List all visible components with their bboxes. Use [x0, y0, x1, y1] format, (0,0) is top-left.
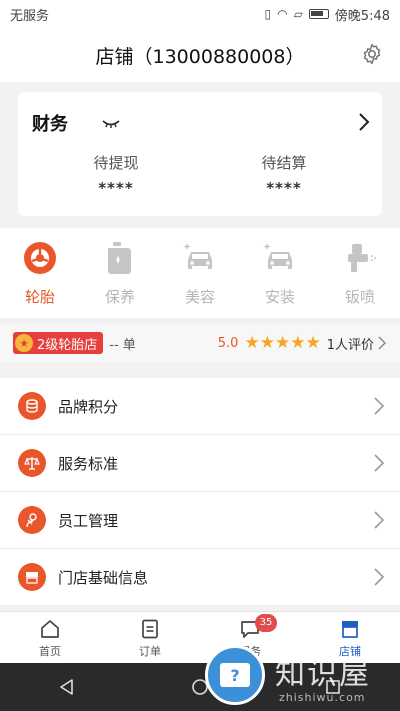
tab-shop[interactable]: 店铺: [300, 612, 400, 664]
category-spray[interactable]: 钣喷: [320, 228, 400, 318]
car-install-icon: [260, 238, 300, 278]
menu-item-label: 服务标准: [58, 454, 119, 473]
chevron-right-icon: [374, 568, 384, 586]
category-beauty[interactable]: 美容: [160, 228, 240, 318]
chevron-right-icon[interactable]: [358, 112, 370, 136]
tab-orders[interactable]: 订单: [100, 612, 200, 664]
tab-service[interactable]: 35 服务: [200, 612, 300, 664]
status-indicators: ▯ ◠ ▱ 傍晚5:48: [264, 5, 390, 24]
review-count: 1人评价: [326, 337, 374, 353]
category-label: 轮胎: [24, 288, 55, 306]
rating: 5.0 ★ ★ ★ ★ ★ 1人评价: [218, 334, 386, 353]
eye-closed-icon[interactable]: [102, 114, 120, 133]
status-bar: 无服务 ▯ ◠ ▱ 傍晚5:48: [0, 0, 400, 28]
tab-label: 首页: [39, 645, 61, 658]
pending-withdraw: 待提现 ****: [56, 152, 176, 197]
chevron-right-icon: [378, 336, 386, 350]
chevron-right-icon: [374, 397, 384, 415]
medal-icon: ★: [15, 334, 33, 352]
settings-button[interactable]: [360, 42, 384, 66]
clock-text: 傍晚5:48: [334, 8, 390, 24]
back-triangle-icon: [59, 679, 73, 695]
vibrate-icon: ▯: [264, 7, 272, 21]
menu-item-staff[interactable]: 员工管理: [0, 492, 400, 549]
settings-menu: 品牌积分 服务标准 员工管理 门店基础信息: [0, 378, 400, 606]
category-label: 钣喷: [344, 288, 375, 306]
bottom-tab-bar: 首页 订单 35 服务 店铺: [0, 611, 400, 664]
recents-button[interactable]: [313, 667, 353, 707]
scale-icon: [18, 449, 46, 477]
category-install[interactable]: 安装: [240, 228, 320, 318]
menu-item-brand-points[interactable]: 品牌积分: [0, 378, 400, 435]
order-icon: [142, 619, 158, 639]
gear-icon: [363, 43, 381, 65]
rating-score: 5.0: [217, 335, 239, 351]
menu-item-service-standard[interactable]: 服务标准: [0, 435, 400, 492]
tab-label: 订单: [139, 645, 161, 658]
shop-icon: [342, 621, 358, 638]
carrier-text: 无服务: [10, 8, 50, 24]
category-maintenance[interactable]: 保养: [80, 228, 160, 318]
tire-icon: [20, 238, 60, 278]
category-label: 保养: [104, 288, 135, 306]
pending-settle-value: ****: [266, 179, 302, 197]
wifi-icon: ◠: [277, 7, 288, 21]
back-button[interactable]: [47, 667, 87, 707]
chevron-right-icon: [374, 454, 384, 472]
sim-icon: ▱: [293, 7, 303, 21]
tab-label: 服务: [239, 645, 261, 658]
star-icon: ★: [305, 332, 321, 353]
star-icon: ★: [259, 332, 275, 353]
finance-title: 财务: [32, 114, 68, 135]
car-beauty-icon: [180, 238, 220, 278]
category-label: 安装: [264, 288, 295, 306]
spray-gun-icon: [340, 238, 380, 278]
menu-item-store-info[interactable]: 门店基础信息: [0, 549, 400, 606]
menu-item-label: 员工管理: [58, 511, 119, 530]
system-nav-bar: [0, 663, 400, 711]
finance-card[interactable]: 财务 待提现 **** 待结算 ****: [18, 92, 382, 216]
category-label: 美容: [184, 288, 215, 306]
order-count: -- 单: [109, 337, 136, 353]
star-icon: ★: [274, 332, 291, 353]
battery-icon: [308, 9, 329, 19]
home-icon: [41, 620, 59, 638]
pending-withdraw-value: ****: [98, 179, 134, 197]
star-icon: ★: [244, 332, 260, 353]
page-title: 店铺（13000880008）: [95, 45, 305, 68]
star-icon: ★: [290, 332, 306, 353]
recents-square-icon: [326, 680, 341, 694]
menu-item-label: 品牌积分: [58, 397, 119, 416]
shop-level-row[interactable]: ★ 2级轮胎店 -- 单 5.0 ★ ★ ★ ★ ★ 1人评价: [0, 324, 400, 362]
chevron-right-icon: [374, 511, 384, 529]
menu-item-label: 门店基础信息: [58, 568, 149, 587]
unread-badge: 35: [255, 614, 277, 632]
category-tire[interactable]: 轮胎: [0, 228, 80, 318]
tab-label: 店铺: [339, 645, 361, 658]
level-badge-text: 2级轮胎店: [37, 337, 98, 353]
pending-withdraw-label: 待提现: [93, 154, 139, 172]
tab-home[interactable]: 首页: [0, 612, 100, 664]
page-header: 店铺（13000880008）: [0, 28, 400, 82]
storefront-icon: [18, 563, 46, 591]
level-badge: ★ 2级轮胎店: [13, 332, 104, 354]
oil-can-icon: [100, 238, 140, 278]
category-bar: 轮胎 保养 美容 安装 钣喷: [0, 228, 400, 318]
home-nav-button[interactable]: [180, 667, 220, 707]
pending-settle-label: 待结算: [261, 154, 307, 172]
staff-icon: [18, 506, 46, 534]
pending-settle: 待结算 ****: [224, 152, 344, 197]
home-circle-icon: [192, 679, 208, 695]
coins-icon: [18, 392, 46, 420]
